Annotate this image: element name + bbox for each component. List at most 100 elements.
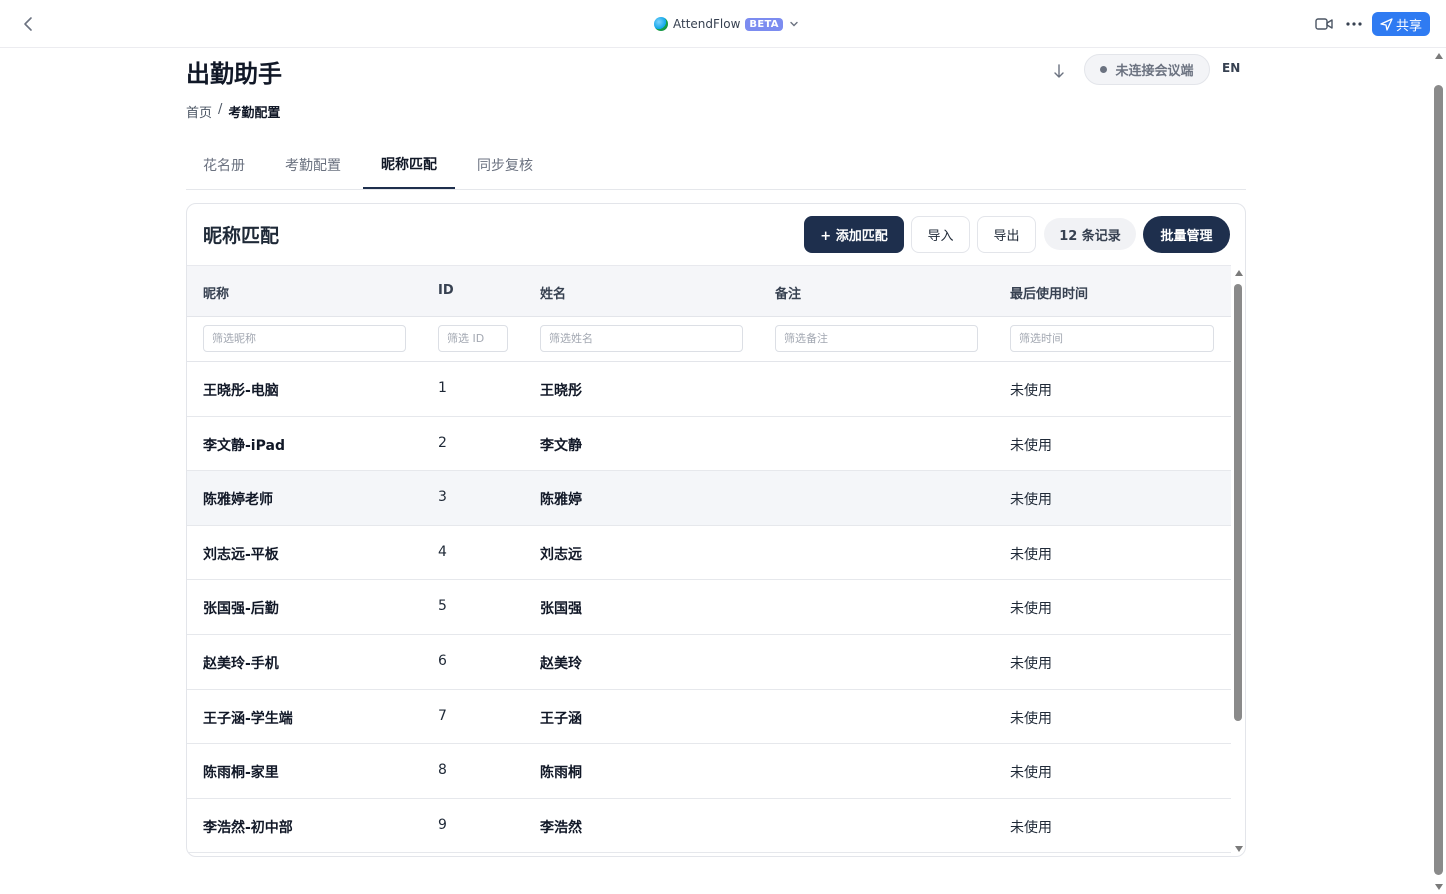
filter-row [187, 317, 1231, 362]
cell-nickname: 李文静-iPad [203, 437, 285, 454]
video-camera-icon[interactable] [1314, 15, 1334, 33]
tab-nickname-match[interactable]: 昵称匹配 [363, 140, 455, 189]
back-arrow-icon[interactable] [18, 13, 40, 35]
tab-bar: 花名册 考勤配置 昵称匹配 同步复核 [186, 140, 1246, 190]
filter-note-input[interactable] [775, 325, 978, 352]
table-row[interactable]: 陈雨桐-家里 8 陈雨桐 未使用 [187, 744, 1231, 799]
cell-id: 4 [438, 543, 447, 560]
add-match-button[interactable]: + 添加匹配 [804, 216, 904, 253]
connection-status-text: 未连接会议端 [1115, 64, 1194, 79]
cell-last-used: 未使用 [1010, 655, 1052, 672]
app-name: AttendFlow [673, 17, 741, 31]
breadcrumb: 首页 / 考勤配置 [186, 102, 280, 121]
cell-id: 9 [438, 816, 447, 833]
column-header-name[interactable]: 姓名 [540, 283, 566, 302]
cell-name: 赵美玲 [540, 655, 582, 672]
card-title: 昵称匹配 [203, 225, 280, 247]
cell-nickname: 王子涵-学生端 [203, 710, 293, 727]
tab-roster[interactable]: 花名册 [186, 140, 262, 189]
app-switcher[interactable]: AttendFlow BETA [654, 14, 800, 34]
page-title: 出勤助手 [186, 60, 282, 88]
filter-nickname-input[interactable] [203, 325, 406, 352]
cell-last-used: 未使用 [1010, 492, 1052, 509]
table-scrollbar-thumb[interactable] [1234, 284, 1242, 721]
window-topbar: AttendFlow BETA 共享 [0, 0, 1446, 48]
cell-nickname: 陈雅婷老师 [203, 492, 273, 509]
import-button[interactable]: 导入 [911, 216, 970, 253]
cell-id: 8 [438, 762, 447, 779]
table-row[interactable]: 李浩然-初中部 9 李浩然 未使用 [187, 799, 1231, 854]
filter-time-input[interactable] [1010, 325, 1214, 352]
more-options-icon[interactable] [1344, 14, 1364, 34]
share-button[interactable]: 共享 [1372, 12, 1430, 36]
scroll-down-arrow-icon[interactable] [1235, 846, 1243, 852]
cell-id: 3 [438, 489, 447, 506]
cell-name: 王子涵 [540, 710, 582, 727]
cell-name: 陈雅婷 [540, 492, 582, 509]
beta-badge: BETA [745, 17, 783, 31]
cell-nickname: 王晓彤-电脑 [203, 383, 279, 399]
window-scroll-up-arrow-icon[interactable] [1435, 53, 1443, 59]
table-row[interactable]: 王晓彤-电脑 1 王晓彤 未使用 [187, 362, 1231, 417]
cell-name: 张国强 [540, 601, 582, 618]
status-dot-icon [1100, 66, 1108, 73]
cell-id: 7 [438, 707, 447, 724]
cell-id: 1 [438, 380, 447, 396]
cell-nickname: 李浩然-初中部 [203, 819, 293, 836]
batch-manage-button[interactable]: 批量管理 [1143, 216, 1230, 253]
cell-name: 陈雨桐 [540, 765, 582, 782]
table-row[interactable]: 赵美玲-手机 6 赵美玲 未使用 [187, 635, 1231, 690]
send-icon [1380, 17, 1393, 31]
globe-icon [654, 17, 668, 31]
cell-id: 2 [438, 434, 447, 451]
share-label: 共享 [1395, 18, 1422, 34]
breadcrumb-separator: / [218, 102, 223, 117]
download-arrow-icon[interactable] [1051, 62, 1067, 80]
connection-status-badge[interactable]: 未连接会议端 [1084, 54, 1210, 85]
column-header-id[interactable]: ID [438, 283, 454, 298]
cell-nickname: 赵美玲-手机 [203, 655, 279, 672]
window-scroll-down-arrow-icon[interactable] [1435, 884, 1443, 890]
breadcrumb-current: 考勤配置 [228, 106, 281, 121]
record-count-badge: 12 条记录 [1044, 218, 1136, 250]
cell-last-used: 未使用 [1010, 546, 1052, 563]
table-row[interactable]: 王子涵-学生端 7 王子涵 未使用 [187, 690, 1231, 745]
cell-last-used: 未使用 [1010, 765, 1052, 782]
window-scrollbar[interactable] [1433, 49, 1446, 894]
filter-id-input[interactable] [438, 325, 508, 352]
cell-last-used: 未使用 [1010, 383, 1052, 399]
cell-nickname: 陈雨桐-家里 [203, 765, 279, 782]
window-scrollbar-thumb[interactable] [1434, 85, 1443, 875]
column-header-note[interactable]: 备注 [775, 283, 801, 302]
table-scrollbar[interactable] [1233, 266, 1245, 856]
breadcrumb-home[interactable]: 首页 [186, 102, 212, 121]
tab-sync-review[interactable]: 同步复核 [458, 140, 552, 189]
table-header: 昵称 ID 姓名 备注 最后使用时间 [187, 265, 1231, 317]
table-row[interactable]: 李文静-iPad 2 李文静 未使用 [187, 417, 1231, 472]
cell-last-used: 未使用 [1010, 601, 1052, 618]
cell-nickname: 刘志远-平板 [203, 546, 279, 563]
cell-name: 刘志远 [540, 546, 582, 563]
cell-name: 王晓彤 [540, 383, 582, 399]
cell-last-used: 未使用 [1010, 710, 1052, 727]
table-row[interactable]: 刘志远-平板 4 刘志远 未使用 [187, 526, 1231, 581]
cell-last-used: 未使用 [1010, 437, 1052, 454]
table-body: 王晓彤-电脑 1 王晓彤 未使用 李文静-iPad 2 李文静 未使用 陈雅婷老… [187, 362, 1231, 854]
cell-id: 6 [438, 652, 447, 669]
table-row-highlighted[interactable]: 陈雅婷老师 3 陈雅婷 未使用 [187, 471, 1231, 526]
scroll-up-arrow-icon[interactable] [1235, 270, 1243, 276]
cell-nickname: 张国强-后勤 [203, 601, 279, 618]
cell-name: 李文静 [540, 437, 582, 454]
column-header-nickname[interactable]: 昵称 [203, 283, 229, 302]
language-toggle[interactable]: EN [1222, 61, 1240, 75]
export-button[interactable]: 导出 [977, 216, 1036, 253]
table-row[interactable]: 张国强-后勤 5 张国强 未使用 [187, 580, 1231, 635]
chevron-down-icon [790, 21, 798, 27]
cell-last-used: 未使用 [1010, 819, 1052, 836]
tab-attendance-config[interactable]: 考勤配置 [266, 140, 360, 189]
column-header-last-used[interactable]: 最后使用时间 [1010, 283, 1088, 302]
filter-name-input[interactable] [540, 325, 743, 352]
cell-name: 李浩然 [540, 819, 582, 836]
cell-id: 5 [438, 598, 447, 615]
nickname-match-card: 昵称匹配 + 添加匹配 导入 导出 12 条记录 批量管理 昵称 ID 姓名 备… [186, 203, 1246, 857]
